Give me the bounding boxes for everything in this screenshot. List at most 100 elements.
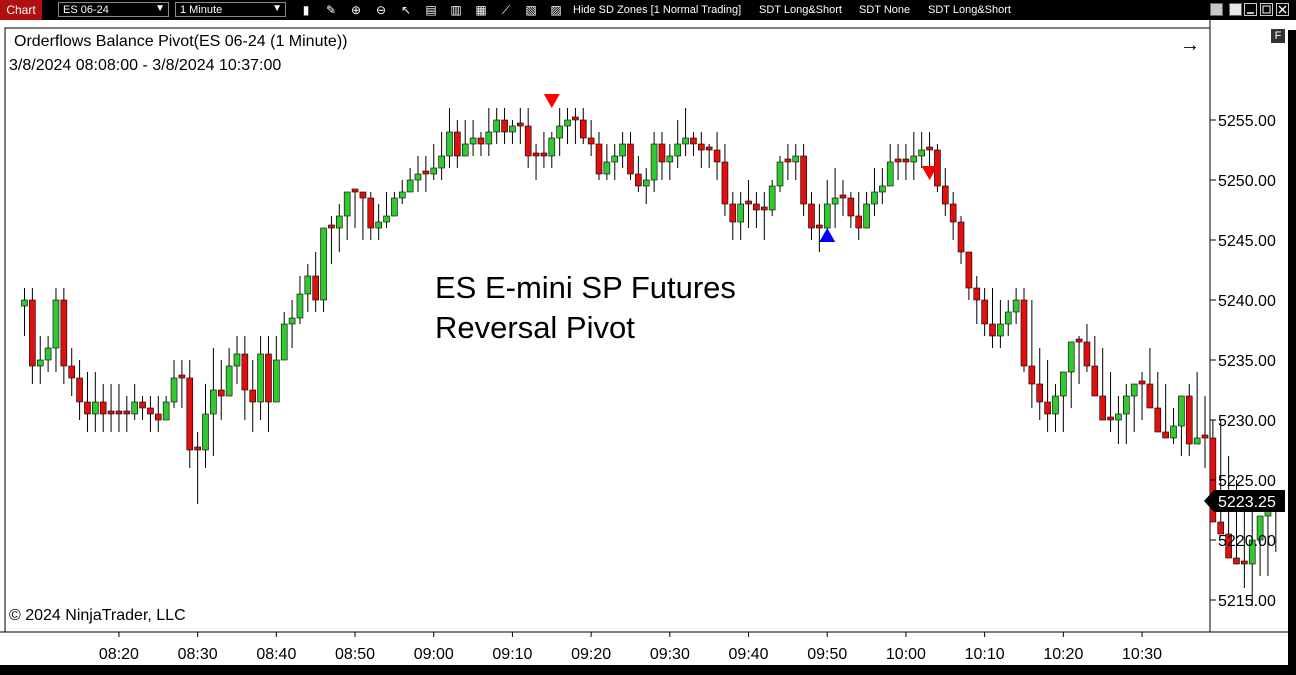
candle-up xyxy=(509,125,516,133)
candle-up xyxy=(296,293,304,319)
strategies-icon[interactable]: ▦ xyxy=(472,2,490,18)
candle-down xyxy=(178,374,186,379)
candle-down xyxy=(422,170,430,175)
f-badge[interactable]: F xyxy=(1271,29,1285,43)
zoom-out-icon[interactable]: ⊖ xyxy=(372,2,390,18)
candle-up xyxy=(1067,341,1075,373)
candle-up xyxy=(1052,395,1059,415)
candle-up xyxy=(548,137,556,157)
candle-up xyxy=(674,143,682,157)
time-tick-label: 09:50 xyxy=(807,646,847,663)
candle-down xyxy=(359,191,367,199)
data-box-icon[interactable]: ▤ xyxy=(422,2,440,18)
candle-down xyxy=(729,203,737,223)
window-button-gray-icon[interactable] xyxy=(1210,3,1223,16)
window-button-white-icon[interactable] xyxy=(1229,3,1242,16)
close-icon[interactable] xyxy=(1276,3,1289,16)
hide-sd-zones-button[interactable]: Hide SD Zones [1 Normal Trading] xyxy=(573,0,741,20)
candle-down xyxy=(698,143,705,151)
candle-down xyxy=(139,401,146,409)
candle-up xyxy=(564,119,571,127)
candle-down xyxy=(241,353,249,391)
candle-up xyxy=(642,179,650,187)
candle-down xyxy=(894,158,902,163)
chart-tab[interactable]: Chart xyxy=(0,0,42,20)
bar-type-icon[interactable]: ▮ xyxy=(297,2,315,18)
time-tick-label: 09:30 xyxy=(650,646,690,663)
minimize-icon[interactable] xyxy=(1244,3,1257,16)
candle-down xyxy=(949,203,957,223)
candle-down xyxy=(60,299,68,367)
candle-down xyxy=(1146,383,1154,409)
candle-down xyxy=(745,200,752,205)
candle-up xyxy=(666,155,674,163)
properties-icon[interactable]: ▥ xyxy=(447,2,465,18)
time-tick-label: 09:10 xyxy=(492,646,532,663)
templates-icon[interactable]: ▨ xyxy=(547,2,565,18)
candle-down xyxy=(328,224,335,229)
interval-value: 1 Minute xyxy=(180,3,223,16)
price-tick-label: 5230.00 xyxy=(1218,413,1276,430)
candle-down xyxy=(1028,365,1036,385)
candle-up xyxy=(1004,311,1012,325)
drawing-tools-icon[interactable]: ⟋ xyxy=(497,2,515,18)
candle-up xyxy=(682,137,689,145)
candle-up xyxy=(406,179,414,193)
price-chart[interactable]: 5255.00 5250.00 5245.00 5240.00 5235.00 5230.… xyxy=(0,20,1296,675)
candle-up xyxy=(997,323,1004,337)
candle-down xyxy=(76,377,83,403)
arrow-right-icon[interactable]: → xyxy=(1180,34,1200,57)
chevron-down-icon: ▼ xyxy=(272,3,282,14)
candle-up xyxy=(21,299,28,307)
candle-down xyxy=(532,152,540,157)
candle-down xyxy=(68,365,76,379)
candle-down xyxy=(501,119,508,133)
candle-up xyxy=(92,401,99,415)
candle-up xyxy=(1123,395,1130,415)
instrument-selector[interactable]: ES 06-24 ▼ xyxy=(58,2,169,17)
candle-down xyxy=(816,224,823,229)
candle-down xyxy=(839,194,847,199)
maximize-icon[interactable] xyxy=(1260,3,1273,16)
candle-up xyxy=(1115,413,1122,421)
candle-down xyxy=(981,299,988,325)
candle-down xyxy=(186,377,194,451)
candle-down xyxy=(540,152,548,157)
candle-down xyxy=(1107,416,1114,421)
candle-up xyxy=(36,359,44,367)
interval-selector[interactable]: 1 Minute ▼ xyxy=(175,2,286,17)
candle-down xyxy=(1241,560,1248,565)
candle-down xyxy=(194,446,201,451)
sdt-long-short-button-2[interactable]: SDT Long&Short xyxy=(928,0,1011,20)
time-tick-label: 10:10 xyxy=(965,646,1005,663)
price-tick-label: 5240.00 xyxy=(1218,293,1276,310)
sdt-none-button[interactable]: SDT None xyxy=(859,0,910,20)
candle-down xyxy=(351,188,359,193)
date-range: 3/8/2024 08:08:00 - 3/8/2024 10:37:00 xyxy=(9,57,282,74)
candle-down xyxy=(1036,383,1044,403)
pointer-icon[interactable]: ↖ xyxy=(397,2,415,18)
candle-up xyxy=(776,161,784,187)
candle-down xyxy=(658,143,666,163)
chart-area[interactable]: 5255.00 5250.00 5245.00 5240.00 5235.00 5230.… xyxy=(0,20,1296,675)
price-tick-label: 5215.00 xyxy=(1218,593,1276,610)
candle-up xyxy=(257,353,264,403)
candle-down xyxy=(1044,401,1051,415)
sdt-long-short-button[interactable]: SDT Long&Short xyxy=(759,0,842,20)
candle-down xyxy=(635,173,642,187)
pencil-icon[interactable]: ✎ xyxy=(322,2,340,18)
candle-up xyxy=(461,143,469,157)
candle-down xyxy=(454,131,461,157)
indicators-icon[interactable]: ▧ xyxy=(522,2,540,18)
candle-down xyxy=(595,143,603,175)
candle-down xyxy=(989,323,996,337)
copyright-text: © 2024 NinjaTrader, LLC xyxy=(9,607,186,624)
candle-up xyxy=(288,317,296,325)
candle-up xyxy=(1130,383,1138,397)
bottom-scrollbar xyxy=(0,665,1296,675)
zoom-in-icon[interactable]: ⊕ xyxy=(347,2,365,18)
candle-down xyxy=(855,215,863,229)
last-price-label: 5223.25 xyxy=(1218,494,1276,511)
candle-up xyxy=(823,203,831,229)
candle-up xyxy=(469,137,477,145)
